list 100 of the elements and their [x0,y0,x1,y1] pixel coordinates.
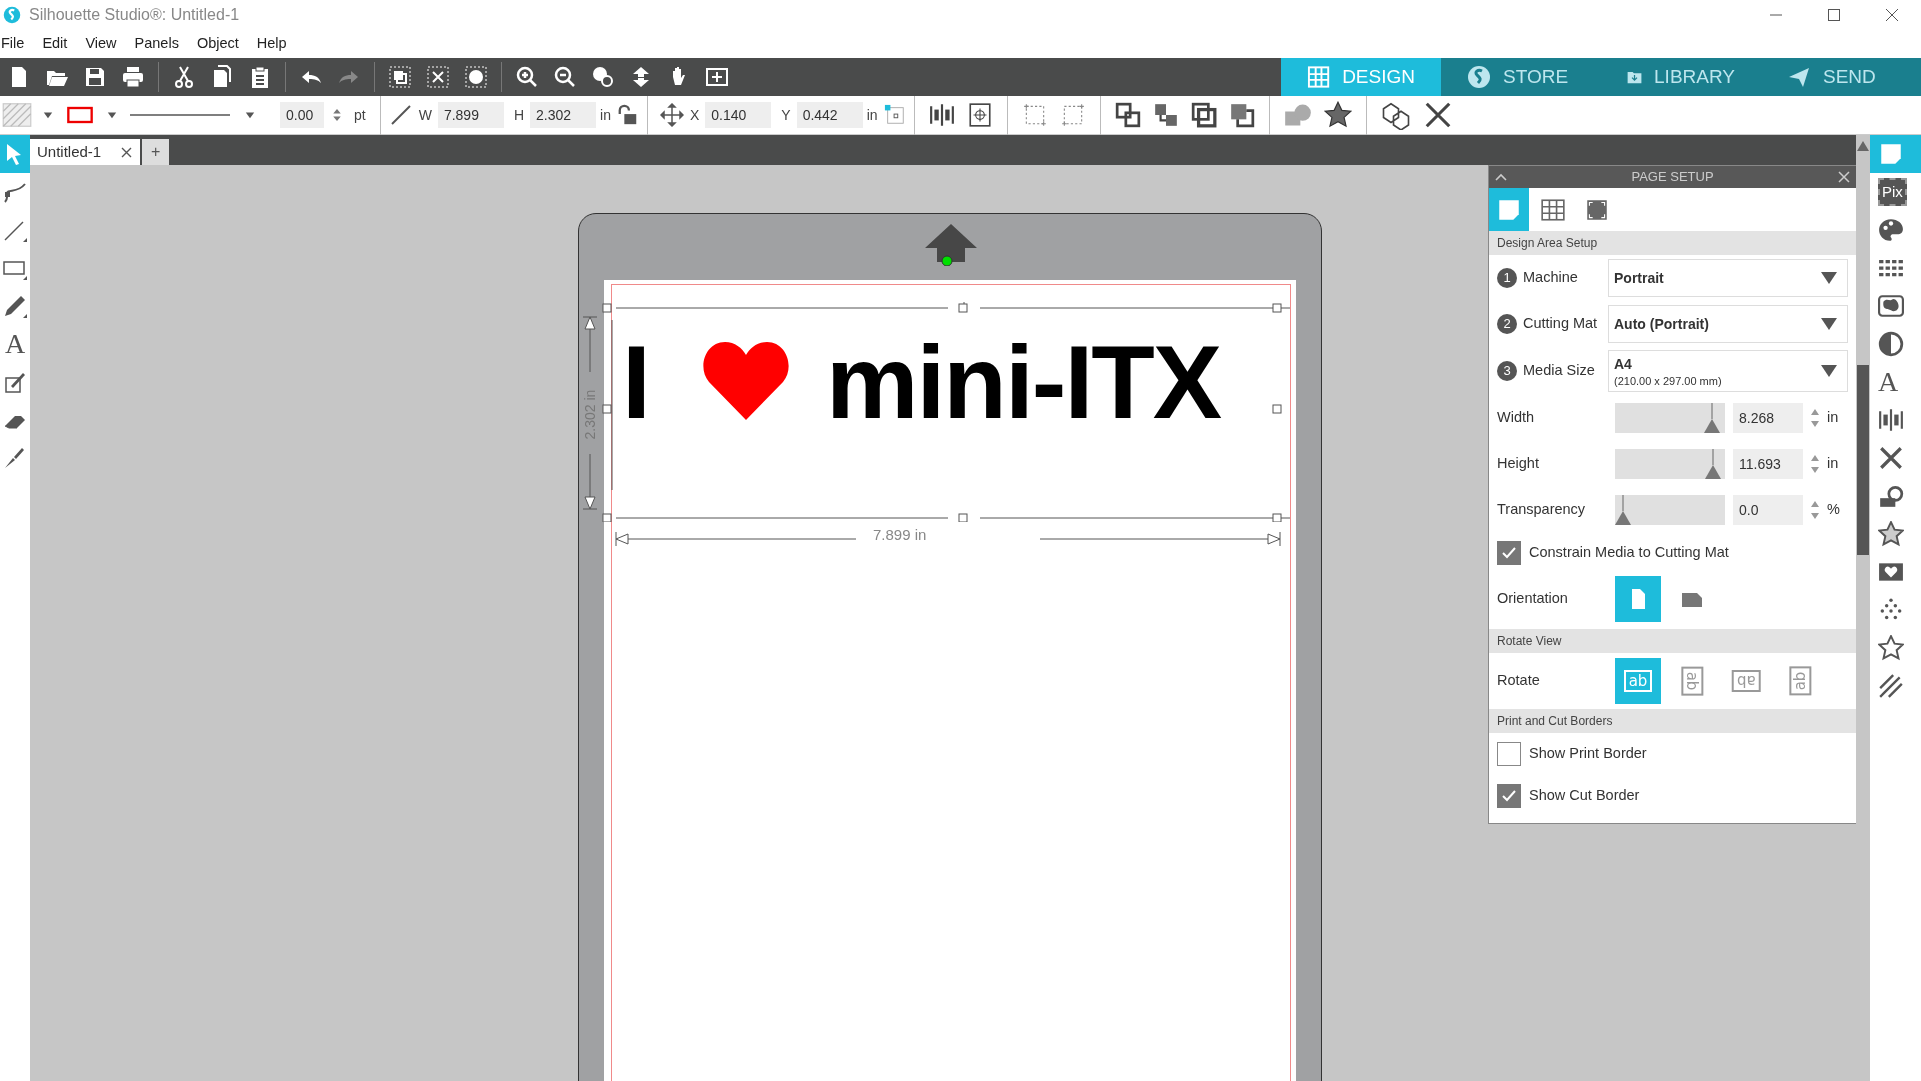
value-field[interactable]: 8.268 [1733,403,1803,433]
menu-item[interactable]: Help [255,32,295,55]
palette-icon[interactable] [1878,217,1904,243]
menu-item[interactable]: View [84,32,125,55]
collapse-icon[interactable] [1495,171,1507,183]
move-icon [659,103,684,127]
heart-shape[interactable] [703,342,789,420]
line-tool-icon[interactable] [3,218,27,242]
fill-pattern-icon[interactable] [1878,293,1904,319]
replicate-icon[interactable] [1059,102,1086,128]
main-tab[interactable]: STORE [1441,58,1601,96]
dropdown[interactable]: A4 (210.00 x 297.00 mm) [1608,350,1848,392]
y-position-field[interactable]: 0.442 [796,102,863,128]
fit-to-page-icon[interactable] [705,65,729,89]
menu-item[interactable]: File [0,32,33,55]
cut-icon[interactable] [172,65,196,89]
scroll-up-arrow[interactable] [1857,141,1869,151]
s-logo-icon [1467,65,1491,89]
unit-label: in [1827,408,1839,428]
width-field[interactable]: 7.899 [437,102,504,128]
send-icon [1787,65,1811,89]
align-icon[interactable] [928,102,955,128]
slider-thumb[interactable] [1705,449,1722,479]
center-icon[interactable] [966,102,993,128]
replicate-icon[interactable] [1021,102,1048,128]
scrollbar-thumb[interactable] [1857,365,1869,555]
menu-item[interactable]: Edit [41,32,76,55]
main-tab[interactable]: SEND [1761,58,1921,96]
field-label: Width [1497,408,1536,428]
contrast-icon[interactable] [1878,331,1904,357]
height-field[interactable]: 2.302 [530,102,597,128]
text-panel-icon[interactable]: A [1878,368,1899,396]
save-icon[interactable] [83,65,107,89]
cubes-icon[interactable] [1380,100,1411,130]
value-field[interactable]: 0.0 [1733,495,1803,525]
step-number-badge: 1 [1497,268,1517,288]
ungroup-icon[interactable] [426,65,450,89]
panel-title: PAGE SETUP [1631,168,1714,187]
checkbox[interactable] [1497,541,1521,565]
field-label: Orientation [1497,589,1569,609]
print-icon[interactable] [121,65,145,89]
zoom-in-icon[interactable] [515,65,539,89]
close-panel-icon[interactable] [1838,171,1850,183]
document-tab[interactable]: Untitled-1 [30,139,141,165]
star-icon[interactable] [1878,521,1904,547]
maximize-icon [1827,7,1841,22]
menu-item[interactable]: Panels [133,32,187,55]
arrange-icon[interactable] [1152,102,1179,128]
slider-track[interactable] [1615,449,1725,479]
main-tab[interactable]: LIBRARY [1601,58,1761,96]
slider-thumb[interactable] [1704,403,1721,433]
dropdown[interactable]: Portrait [1608,259,1848,297]
section-heading: Print and Cut Borders [1489,709,1856,733]
new-tab-button[interactable]: + [142,139,170,165]
checkbox[interactable] [1497,742,1521,766]
sketch-icon[interactable] [3,370,27,394]
close-tab-icon[interactable] [121,146,133,158]
slider-thumb[interactable] [1615,495,1631,525]
group-icon[interactable] [388,65,412,89]
star-icon[interactable] [1323,101,1352,129]
fill-pattern-swatch[interactable] [2,100,32,130]
select-by-color-icon[interactable] [464,65,488,89]
grid-icon [1307,65,1331,89]
width-label: W [418,105,432,125]
text-tool-icon[interactable]: A [4,330,26,358]
dropdown[interactable]: Auto (Portrait) [1608,305,1848,343]
x-label: X [689,105,700,125]
checkbox-label: Show Cut Border [1529,786,1640,806]
arrange-icon[interactable] [1114,102,1141,128]
check-icon [1502,790,1516,802]
x-position-field[interactable]: 0.140 [705,102,772,128]
hatch-icon[interactable] [1878,673,1904,699]
trace-icon[interactable] [1878,483,1904,509]
pencil-icon[interactable] [3,294,27,318]
grid-icon[interactable] [1540,196,1566,223]
line-width-field[interactable]: 0.00 [280,102,324,128]
checkbox-label: Show Print Border [1529,744,1647,764]
step-number-badge: 3 [1497,361,1517,381]
value-field[interactable]: 11.693 [1733,449,1803,479]
unit-label: in [600,105,611,125]
zoom-out-icon[interactable] [553,65,577,89]
arrange-icon[interactable] [1190,102,1217,128]
star-icon[interactable] [1878,635,1904,661]
align-icon[interactable] [1878,407,1904,433]
slider-track[interactable] [1615,495,1725,525]
pix-label[interactable]: Pix [1878,177,1907,207]
caret-icon [1821,272,1837,284]
menu-item[interactable]: Object [195,32,247,55]
arrange-icon[interactable] [1228,102,1255,128]
checkbox[interactable] [1497,784,1521,808]
field-label: Height [1497,454,1540,474]
section-heading: Rotate View [1489,629,1856,653]
minimize-icon [1769,13,1783,16]
field-label: Transparency [1497,500,1587,520]
lock-icon[interactable] [616,104,639,126]
design-text: mini-ITX [826,330,1221,434]
checkbox-label: Constrain Media to Cutting Mat [1529,543,1729,563]
field-label: Cutting Mat [1523,314,1598,334]
slider-track[interactable] [1615,403,1725,433]
height-label: H [513,105,525,125]
